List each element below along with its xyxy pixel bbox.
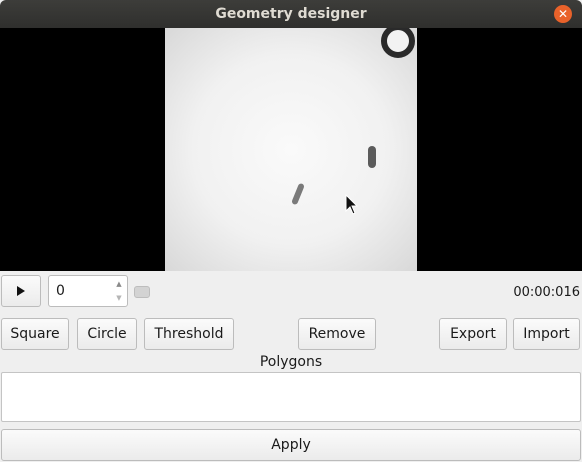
video-frame[interactable] <box>165 28 417 271</box>
arena-marker <box>381 28 415 58</box>
title-bar: Geometry designer ✕ <box>0 0 582 28</box>
apply-button[interactable]: Apply <box>1 429 581 461</box>
window-title: Geometry designer <box>215 6 367 22</box>
frame-spinbox[interactable]: ▲ ▼ <box>48 275 128 307</box>
frame-slider-handle[interactable] <box>134 286 150 298</box>
circle-button[interactable]: Circle <box>77 318 137 350</box>
playback-controls: ▲ ▼ 00:00:016 <box>0 272 582 312</box>
frame-input[interactable] <box>49 276 113 306</box>
play-button[interactable] <box>1 275 41 307</box>
video-viewer[interactable] <box>0 28 582 271</box>
spin-up-icon[interactable]: ▲ <box>113 277 125 291</box>
import-button[interactable]: Import <box>513 318 580 350</box>
play-icon <box>17 286 25 296</box>
polygons-list[interactable] <box>1 372 581 422</box>
polygons-label: Polygons <box>259 354 323 370</box>
close-button[interactable]: ✕ <box>554 5 572 23</box>
fly-object <box>368 146 376 168</box>
time-display: 00:00:016 <box>513 285 580 300</box>
square-button[interactable]: Square <box>1 318 69 350</box>
spin-down-icon[interactable]: ▼ <box>113 291 125 305</box>
threshold-button[interactable]: Threshold <box>144 318 234 350</box>
fly-object <box>291 182 305 206</box>
mouse-cursor-icon <box>345 194 359 215</box>
remove-button[interactable]: Remove <box>298 318 376 350</box>
export-button[interactable]: Export <box>439 318 507 350</box>
